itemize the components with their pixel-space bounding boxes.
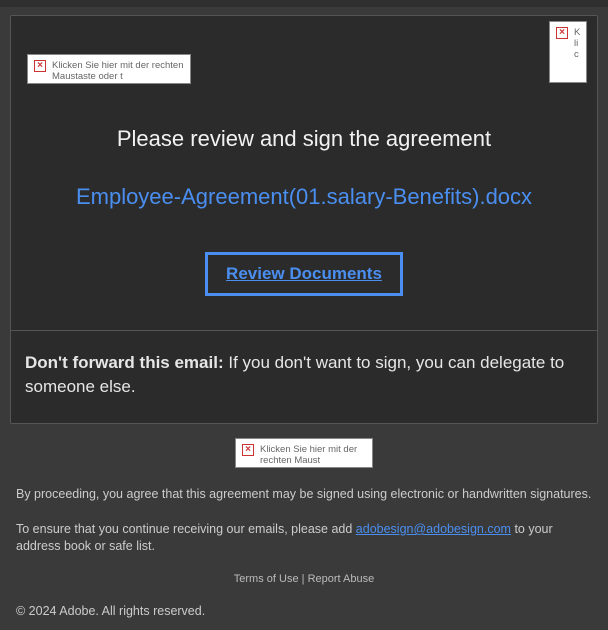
document-link[interactable]: Employee-Agreement(01.salary-Benefits).d… [76,184,532,209]
broken-image-placeholder: × Klic [549,21,587,83]
agreement-headline: Please review and sign the agreement [11,126,597,152]
broken-image-placeholder: × Klicken Sie hier mit der rechten Maust [235,438,373,468]
panel-header: × Klicken Sie hier mit der rechten Maust… [11,16,597,98]
button-row: Review Documents [11,252,597,296]
forward-warning: Don't forward this email: If you don't w… [11,331,597,423]
broken-image-alt: Klicken Sie hier mit der rechten Maustas… [52,60,184,82]
broken-image-icon: × [34,60,46,72]
logo-row: × Klicken Sie hier mit der rechten Maust [10,438,598,468]
email-body: × Klicken Sie hier mit der rechten Maust… [0,7,608,630]
broken-image-alt: Klic [574,27,580,60]
terms-of-use-link[interactable]: Terms of Use [234,573,299,585]
broken-image-icon: × [242,444,254,456]
agreement-panel: × Klicken Sie hier mit der rechten Maust… [10,15,598,424]
broken-image-placeholder: × Klicken Sie hier mit der rechten Maust… [27,54,191,84]
link-separator: | [299,573,308,585]
safelist-pre: To ensure that you continue receiving ou… [16,522,356,536]
proceed-disclaimer: By proceeding, you agree that this agree… [16,486,592,503]
broken-image-alt: Klicken Sie hier mit der rechten Maust [260,444,366,466]
broken-image-icon: × [556,27,568,39]
document-filename: Employee-Agreement(01.salary-Benefits).d… [11,184,597,210]
window-top-bar [0,0,608,7]
forward-warning-bold: Don't forward this email: [25,353,224,372]
footer-links: Terms of Use | Report Abuse [16,573,592,585]
sender-email-link[interactable]: adobesign@adobesign.com [356,522,511,536]
email-footer: By proceeding, you agree that this agree… [10,486,598,620]
report-abuse-link[interactable]: Report Abuse [308,573,375,585]
review-documents-button[interactable]: Review Documents [205,252,403,296]
copyright: © 2024 Adobe. All rights reserved. [16,603,592,620]
safelist-instruction: To ensure that you continue receiving ou… [16,521,592,555]
